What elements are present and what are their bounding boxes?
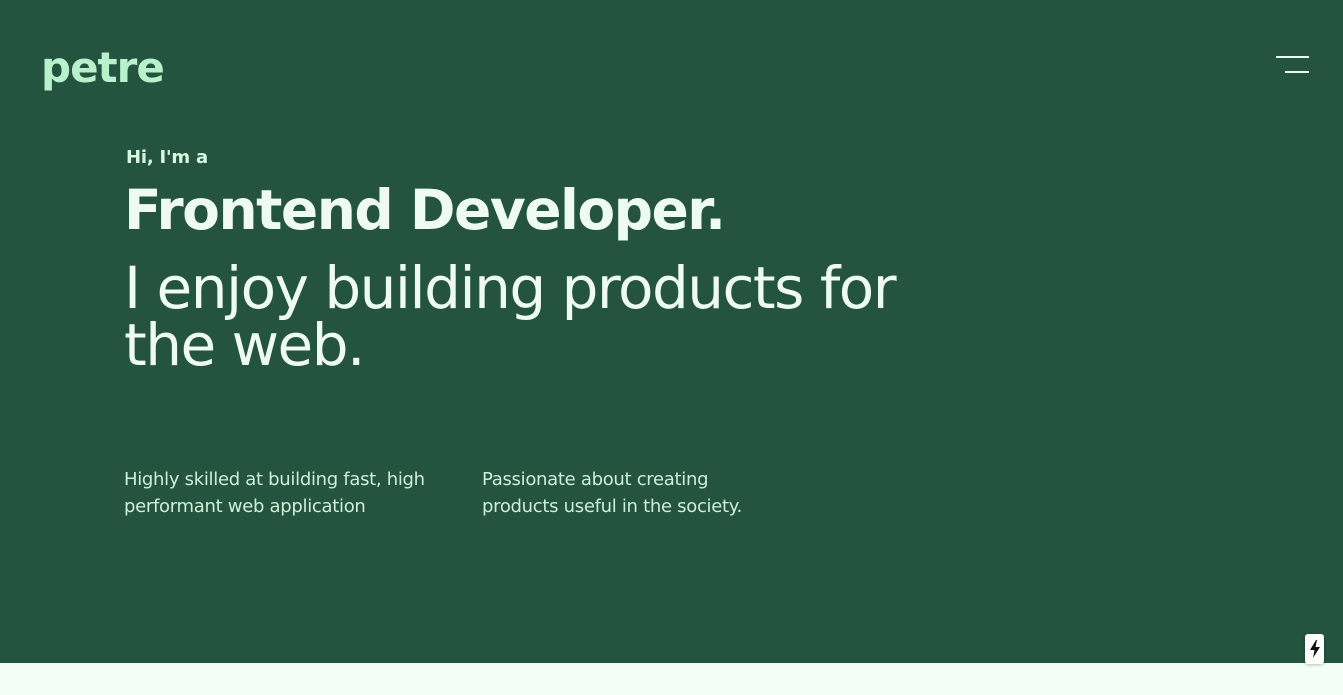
hero-section: petre Hi, I'm a Frontend Developer. I en… [0,0,1343,663]
hero-role-heading: Frontend Developer. [124,178,726,242]
lightning-bolt-icon [1309,640,1320,658]
site-logo[interactable]: petre [41,42,165,94]
feature-text-passion: Passionate about creating products usefu… [482,469,742,517]
feature-text-performance: Highly skilled at building fast, high pe… [124,469,425,517]
hamburger-menu-icon-bar [1285,71,1309,73]
hero-tagline: I enjoy building products for the web. [124,254,897,379]
hero-intro: Hi, I'm a [126,147,208,168]
menu-toggle-button[interactable] [1270,50,1316,80]
next-section-edge [0,663,1343,695]
hamburger-menu-icon [1276,56,1309,58]
corner-badge[interactable] [1305,634,1324,664]
